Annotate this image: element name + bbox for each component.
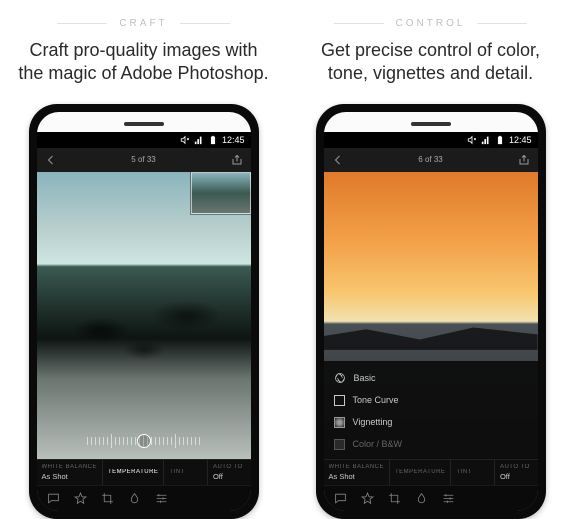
photo-counter: 5 of 33 [131, 155, 155, 164]
param-tint[interactable]: TINT [451, 460, 495, 485]
status-time: 12:45 [222, 135, 245, 145]
crop-preview-thumbnail[interactable] [191, 172, 251, 214]
crop-icon[interactable] [388, 492, 401, 505]
param-white-balance[interactable]: WHITE BALANCE As Shot [324, 460, 391, 485]
headline-control: Get precise control of color, tone, vign… [287, 39, 574, 86]
adjustment-slider[interactable] [45, 431, 243, 451]
app-screen-right: 12:45 6 of 33 Basic [324, 132, 538, 511]
param-auto-tone[interactable]: AUTO TO Off [208, 460, 251, 485]
bottom-toolbar [37, 485, 251, 511]
phone-speaker [124, 122, 164, 126]
tool-vignetting[interactable]: Vignetting [334, 411, 528, 433]
status-time: 12:45 [509, 135, 532, 145]
headline-craft: Craft pro-quality images with the magic … [0, 39, 287, 86]
param-auto-tone[interactable]: AUTO TO Off [495, 460, 538, 485]
phone-mockup-left: 12:45 5 of 33 [29, 104, 259, 519]
mute-icon [467, 135, 477, 145]
mute-icon [180, 135, 190, 145]
tool-color-bw[interactable]: Color / B&W [334, 433, 528, 455]
share-icon[interactable] [518, 154, 530, 166]
left-column: CRAFT Craft pro-quality images with the … [0, 0, 287, 519]
back-icon[interactable] [332, 154, 344, 166]
sliders-icon[interactable] [442, 492, 455, 505]
parameter-strip: WHITE BALANCE As Shot TEMPERATURE TINT A… [324, 459, 538, 485]
comment-icon[interactable] [47, 492, 60, 505]
sliders-icon[interactable] [155, 492, 168, 505]
color-bw-icon [334, 439, 345, 450]
android-status-bar: 12:45 [37, 132, 251, 148]
signal-icon [481, 135, 491, 145]
droplet-icon[interactable] [415, 492, 428, 505]
aperture-icon [334, 372, 346, 384]
app-header: 5 of 33 [37, 148, 251, 172]
param-temperature[interactable]: TEMPERATURE [103, 460, 164, 485]
photo-viewport[interactable]: Basic Tone Curve Vignetting Color / [324, 172, 538, 459]
section-label-craft: CRAFT [57, 18, 229, 29]
star-icon[interactable] [74, 492, 87, 505]
photo-counter: 6 of 33 [418, 155, 442, 164]
photo-viewport[interactable] [37, 172, 251, 459]
phone-mockup-right: 12:45 6 of 33 Basic [316, 104, 546, 519]
tool-basic[interactable]: Basic [334, 367, 528, 389]
app-screen-left: 12:45 5 of 33 [37, 132, 251, 511]
android-status-bar: 12:45 [324, 132, 538, 148]
vignette-icon [334, 417, 345, 428]
droplet-icon[interactable] [128, 492, 141, 505]
param-white-balance[interactable]: WHITE BALANCE As Shot [37, 460, 104, 485]
section-label-control: CONTROL [334, 18, 528, 29]
back-icon[interactable] [45, 154, 57, 166]
tool-panel: Basic Tone Curve Vignetting Color / [324, 361, 538, 459]
tool-tone-curve[interactable]: Tone Curve [334, 389, 528, 411]
param-temperature[interactable]: TEMPERATURE [390, 460, 451, 485]
curve-icon [334, 395, 345, 406]
param-tint[interactable]: TINT [164, 460, 208, 485]
star-icon[interactable] [361, 492, 374, 505]
phone-speaker [411, 122, 451, 126]
comment-icon[interactable] [334, 492, 347, 505]
right-column: CONTROL Get precise control of color, to… [287, 0, 574, 519]
signal-icon [194, 135, 204, 145]
slider-knob[interactable] [137, 434, 151, 448]
battery-icon [495, 135, 505, 145]
battery-icon [208, 135, 218, 145]
crop-icon[interactable] [101, 492, 114, 505]
bottom-toolbar [324, 485, 538, 511]
parameter-strip: WHITE BALANCE As Shot TEMPERATURE TINT A… [37, 459, 251, 485]
share-icon[interactable] [231, 154, 243, 166]
app-header: 6 of 33 [324, 148, 538, 172]
photo-content-seascape [37, 172, 251, 459]
